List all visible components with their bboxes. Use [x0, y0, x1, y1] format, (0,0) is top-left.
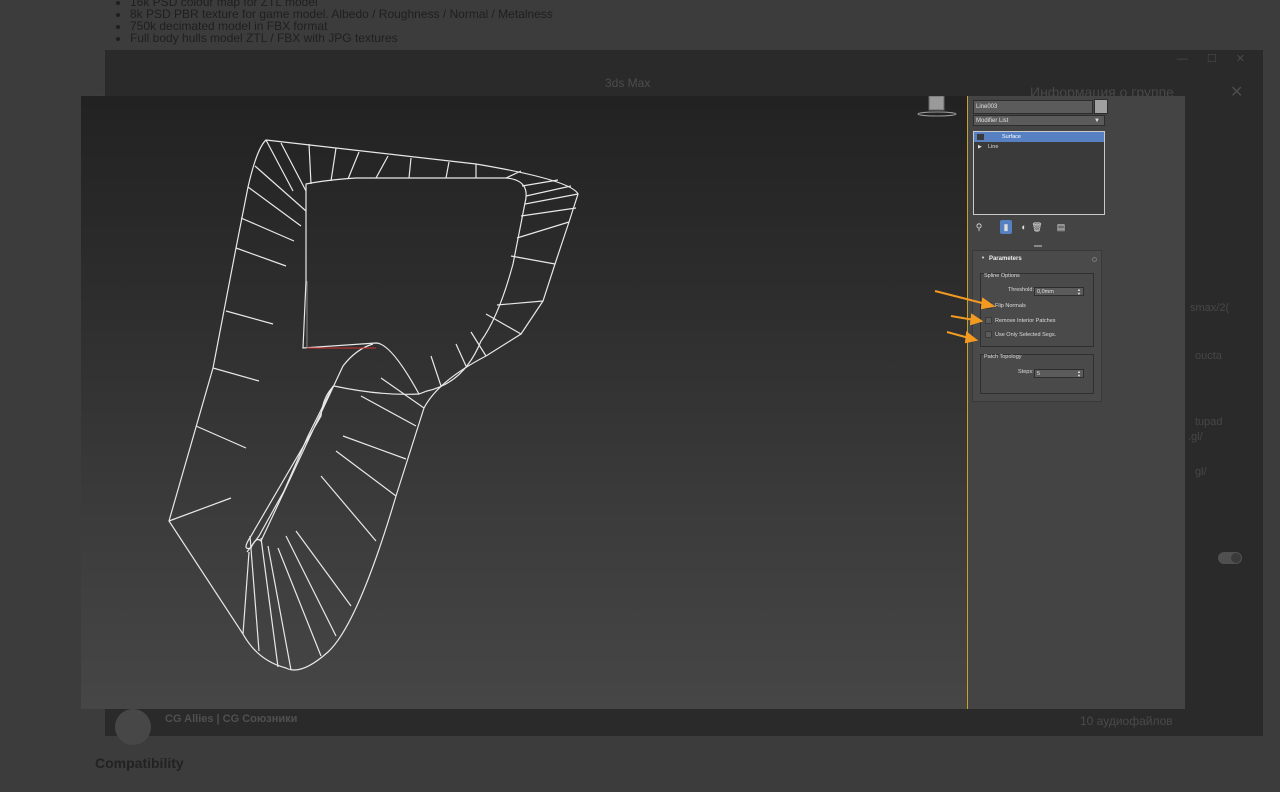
channel-name[interactable]: CG Allies | CG Союзники	[165, 713, 297, 725]
outer-spline	[168, 139, 579, 671]
chat-initial: C	[95, 78, 106, 94]
modifier-stack: Surface ▶ Line	[973, 131, 1105, 215]
expand-arrow-icon[interactable]: ▶	[978, 142, 982, 152]
object-color-swatch[interactable]	[1094, 99, 1108, 114]
perspective-viewport[interactable]	[81, 96, 968, 709]
rollout-title[interactable]: Parameters	[981, 256, 1022, 262]
close-icon[interactable]: ✕	[1230, 82, 1243, 102]
info-link-text[interactable]: smax/2(	[1190, 302, 1229, 314]
compatibility-heading: Compatibility	[95, 755, 184, 771]
bullet-item: Full body hulls model ZTL / FBX with JPG…	[130, 32, 553, 44]
group-title: Spline Options	[984, 273, 1020, 279]
inner-spline	[302, 177, 527, 395]
threshold-spinner[interactable]: 0,0mm ▲ ▼	[1034, 287, 1084, 296]
annotation-arrows	[934, 290, 996, 344]
use-only-selected-segs-label[interactable]: Use Only Selected Segs.	[995, 332, 1056, 338]
viewcube-icon[interactable]	[917, 96, 957, 118]
spinner-arrows-icon[interactable]: ▲ ▼	[1077, 288, 1081, 296]
inner-spline-lower	[245, 343, 420, 550]
spinner-arrows-icon[interactable]: ▲ ▼	[1077, 370, 1081, 378]
modifier-list-label: Modifier List	[976, 118, 1009, 124]
configure-modifier-sets-icon[interactable]: ▤	[1055, 220, 1067, 234]
stack-item-label: Line	[988, 144, 999, 150]
threshold-value: 0,0mm	[1037, 289, 1054, 295]
rollout-dot-icon	[1092, 257, 1097, 262]
avatar[interactable]	[115, 709, 151, 745]
remove-modifier-icon[interactable]: 🗑	[1031, 220, 1043, 234]
stack-item-line[interactable]: ▶ Line	[974, 142, 1104, 152]
steps-value: 5	[1037, 371, 1041, 377]
object-name-field[interactable]: Line003	[973, 100, 1093, 114]
spline-wireframe	[168, 139, 579, 671]
visibility-icon[interactable]	[977, 134, 984, 140]
patch-topology-group: Patch Topology Steps: 5 ▲ ▼	[980, 354, 1094, 394]
audio-count[interactable]: 10 аудиофайлов	[1080, 714, 1173, 728]
background-bullet-list: 16k PSD colour map for ZTL model 8k PSD …	[120, 0, 553, 44]
steps-label: Steps:	[1018, 369, 1034, 375]
info-link-text[interactable]: tupad	[1195, 416, 1223, 428]
remove-interior-patches-label[interactable]: Remove Interior Patches	[995, 318, 1056, 324]
group-title: Patch Topology	[984, 354, 1022, 360]
show-end-result-icon[interactable]: ▮	[1000, 220, 1012, 234]
info-link-text[interactable]: gl/	[1195, 466, 1207, 478]
stack-toolbar: ⚲ ▮ ◐ 🗑 ▤	[973, 220, 1105, 234]
stack-item-surface[interactable]: Surface	[974, 132, 1104, 142]
window-controls[interactable]: — ☐ ✕	[1177, 52, 1253, 65]
notifications-toggle[interactable]	[1218, 552, 1242, 564]
rollout-resize-handle[interactable]	[1034, 245, 1042, 247]
chevron-down-icon: ▼	[1094, 118, 1100, 124]
threshold-label: Threshold:	[1008, 287, 1034, 293]
command-panel: Line003 Modifier List ▼ Surface ▶ Line ⚲…	[968, 96, 1185, 709]
info-link-text[interactable]: oucta	[1195, 350, 1222, 362]
arrow-flip-normals	[934, 290, 987, 305]
chat-title: 3ds Max	[605, 76, 651, 90]
steps-spinner[interactable]: 5 ▲ ▼	[1034, 369, 1084, 378]
stack-item-label: Surface	[1002, 134, 1021, 140]
info-link-text[interactable]: .gl/	[1188, 431, 1203, 443]
max-screenshot: Line003 Modifier List ▼ Surface ▶ Line ⚲…	[81, 96, 1185, 709]
segment-lines	[168, 139, 579, 671]
messenger-bottom-bar: CG Allies | CG Союзники 10 аудиофайлов	[105, 705, 1263, 745]
pin-icon[interactable]: ⚲	[973, 220, 985, 234]
modifier-list-dropdown[interactable]: Modifier List ▼	[973, 115, 1105, 126]
make-unique-icon[interactable]: ◐	[1018, 220, 1030, 234]
